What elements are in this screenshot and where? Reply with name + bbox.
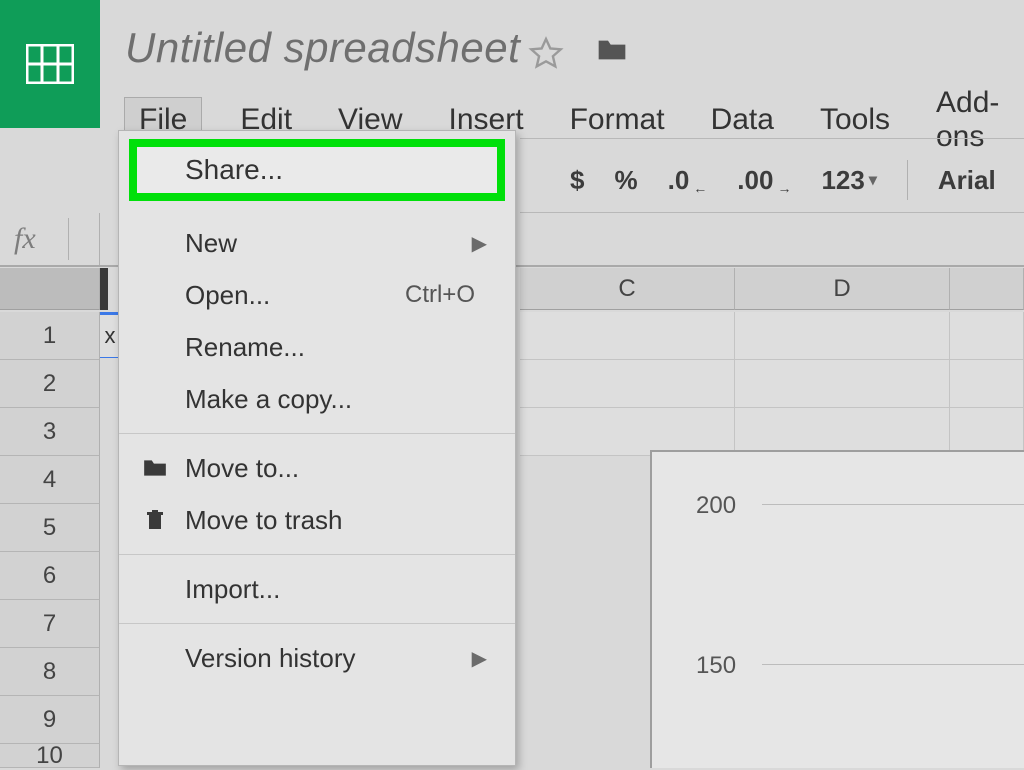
menu-item-label: New — [185, 228, 237, 259]
menu-item-share[interactable]: Share... — [129, 139, 505, 201]
file-menu-dropdown: Share... New ▶ Open... Ctrl+O Rename... … — [118, 130, 516, 766]
menu-item-version-history[interactable]: Version history ▶ — [119, 632, 515, 684]
arrow-right-icon: → — [777, 180, 791, 196]
dec-increase-button[interactable]: .00 → — [737, 165, 791, 196]
menu-data[interactable]: Data — [703, 97, 782, 143]
menu-format[interactable]: Format — [562, 97, 673, 143]
dec-increase-label: .00 — [737, 165, 773, 196]
cell[interactable] — [735, 408, 950, 456]
chevron-down-icon: ▾ — [869, 170, 877, 190]
menu-item-rename[interactable]: Rename... — [119, 321, 515, 373]
y-tick: 150 — [696, 652, 736, 680]
star-icon[interactable] — [528, 36, 564, 72]
fx-icon: fx — [14, 222, 36, 256]
menu-addons[interactable]: Add-ons — [928, 80, 1007, 160]
menu-item-label: Import... — [185, 574, 280, 605]
cell-a1[interactable]: x — [100, 312, 120, 358]
menu-item-new[interactable]: New ▶ — [119, 217, 515, 269]
font-family-selector[interactable]: Arial — [938, 165, 996, 196]
chart-panel[interactable]: 200 150 — [650, 450, 1024, 768]
row-header-10[interactable]: 10 — [0, 744, 100, 768]
dec-decrease-button[interactable]: .0 ← — [668, 165, 708, 196]
menu-shortcut: Ctrl+O — [405, 281, 475, 309]
formula-bar-label: fx — [0, 213, 100, 265]
menu-item-label: Version history — [185, 643, 356, 674]
cell[interactable] — [950, 408, 1024, 456]
column-header-e[interactable] — [950, 268, 1024, 310]
menu-item-import[interactable]: Import... — [119, 563, 515, 615]
row-header-4[interactable]: 4 — [0, 456, 100, 504]
column-header-d[interactable]: D — [735, 268, 950, 310]
y-tick: 200 — [696, 492, 736, 520]
menu-item-label: Share... — [185, 154, 283, 186]
cell[interactable] — [520, 360, 735, 408]
menu-item-label: Open... — [185, 280, 270, 311]
row-header-2[interactable]: 2 — [0, 360, 100, 408]
cell[interactable] — [520, 408, 735, 456]
number-format-label: 123 — [821, 165, 864, 196]
sheets-logo — [0, 0, 100, 128]
dec-decrease-label: .0 — [668, 165, 690, 196]
chart-gridline — [762, 664, 1024, 665]
column-header-c[interactable]: C — [520, 268, 735, 310]
row-header-5[interactable]: 5 — [0, 504, 100, 552]
trash-icon — [141, 506, 169, 534]
arrow-left-icon: ← — [693, 180, 707, 196]
separator — [68, 218, 69, 260]
menu-item-label: Move to trash — [185, 505, 343, 536]
folder-icon[interactable] — [596, 36, 628, 64]
cell[interactable] — [520, 312, 735, 360]
submenu-arrow-icon: ▶ — [472, 646, 487, 671]
format-toolbar: $ % .0 ← .00 → 123 ▾ Arial — [570, 152, 996, 208]
row-header-7[interactable]: 7 — [0, 600, 100, 648]
select-all-cell[interactable] — [0, 268, 100, 310]
row-header-6[interactable]: 6 — [0, 552, 100, 600]
menu-item-label: Rename... — [185, 332, 305, 363]
menu-separator — [119, 623, 515, 624]
menu-item-label: Make a copy... — [185, 384, 352, 415]
row-header-1[interactable]: 1 — [0, 312, 100, 360]
menu-item-open[interactable]: Open... Ctrl+O — [119, 269, 515, 321]
number-format-button[interactable]: 123 ▾ — [821, 165, 876, 196]
submenu-arrow-icon: ▶ — [472, 231, 487, 256]
row-header-9[interactable]: 9 — [0, 696, 100, 744]
cell[interactable] — [735, 312, 950, 360]
menu-item-move-to-trash[interactable]: Move to trash — [119, 494, 515, 546]
document-title[interactable]: Untitled spreadsheet — [125, 24, 520, 72]
menu-item-label: Move to... — [185, 453, 299, 484]
row-header-3[interactable]: 3 — [0, 408, 100, 456]
chart-gridline — [762, 504, 1024, 505]
menu-item-move-to[interactable]: Move to... — [119, 442, 515, 494]
percent-button[interactable]: % — [614, 165, 637, 196]
sheets-grid-icon — [26, 44, 74, 84]
currency-button[interactable]: $ — [570, 165, 584, 196]
separator — [907, 160, 908, 200]
column-header-a-edge[interactable] — [100, 268, 108, 310]
cell[interactable] — [950, 312, 1024, 360]
menu-tools[interactable]: Tools — [812, 97, 898, 143]
separator — [520, 212, 1024, 213]
cell[interactable] — [735, 360, 950, 408]
menu-item-make-copy[interactable]: Make a copy... — [119, 373, 515, 425]
row-header-8[interactable]: 8 — [0, 648, 100, 696]
menu-separator — [119, 554, 515, 555]
menu-separator — [119, 433, 515, 434]
separator — [520, 138, 1024, 139]
cell[interactable] — [950, 360, 1024, 408]
folder-icon — [141, 454, 169, 482]
